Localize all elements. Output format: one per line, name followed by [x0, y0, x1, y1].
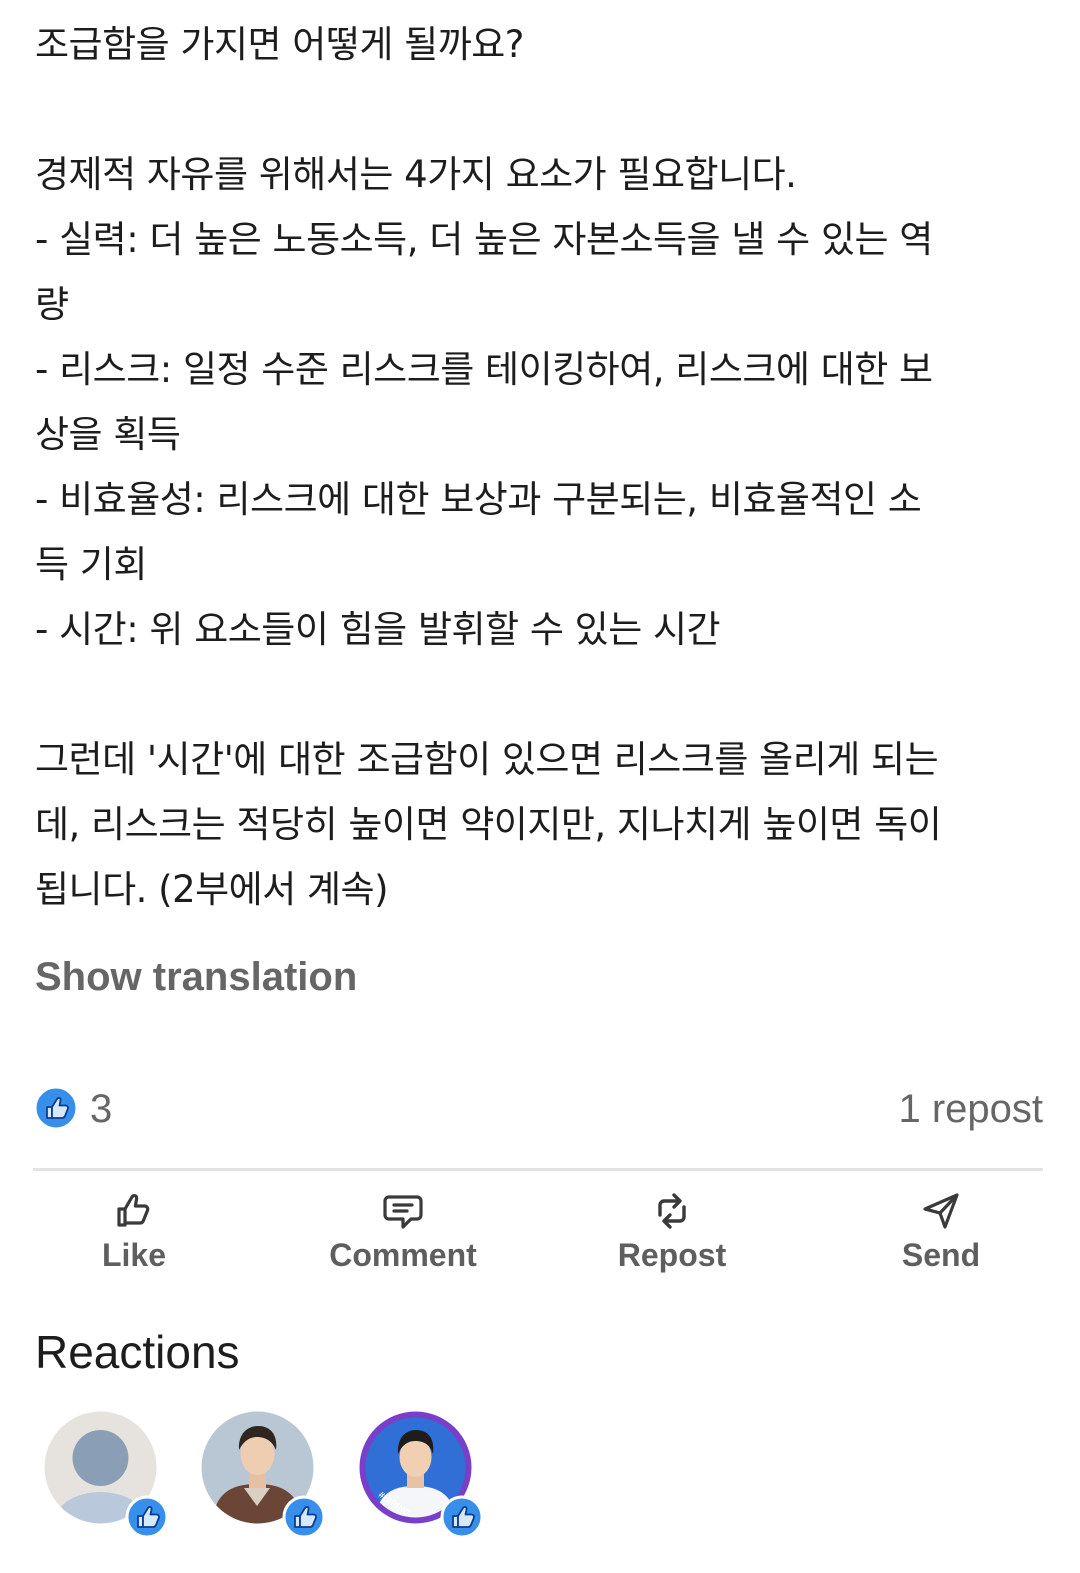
like-button[interactable]: Like — [34, 1185, 234, 1280]
post-line: - 시간: 위 요소들이 힘을 발휘할 수 있는 시간 — [35, 608, 721, 651]
post-line: 득 기회 — [35, 543, 147, 586]
show-translation-link[interactable]: Show translation — [35, 955, 357, 1000]
post-line: 경제적 자유를 위해서는 4가지 요소가 필요합니다. — [35, 153, 797, 196]
like-reaction-badge-icon — [440, 1495, 484, 1539]
like-count[interactable]: 3 — [90, 1085, 112, 1133]
post-line: 그런데 '시간'에 대한 조급함이 있으면 리스크를 올리게 되는 — [35, 738, 939, 781]
like-reaction-badge-icon — [125, 1495, 169, 1539]
like-reaction-badge-icon — [282, 1495, 326, 1539]
comment-icon — [383, 1195, 423, 1229]
post-line: 상을 획득 — [35, 413, 181, 456]
post-text: 조급함을 가지면 어떻게 될까요? 경제적 자유를 위해서는 4가지 요소가 필… — [35, 12, 1050, 922]
send-icon — [923, 1193, 959, 1229]
send-button[interactable]: Send — [841, 1185, 1041, 1280]
reactions-list: #HIRING — [0, 1405, 1080, 1555]
post-line: 됩니다. (2부에서 계속) — [35, 868, 389, 911]
post-line: 데, 리스크는 적당히 높이면 약이지만, 지나치게 높이면 독이 — [35, 803, 942, 846]
post-line: - 리스크: 일정 수준 리스크를 테이킹하여, 리스크에 대한 보 — [35, 348, 933, 391]
post-line-blank — [35, 662, 1050, 727]
post-line: - 실력: 더 높은 노동소득, 더 높은 자본소득을 낼 수 있는 역 — [35, 218, 933, 261]
repost-icon — [658, 1193, 686, 1229]
comment-label: Comment — [329, 1237, 477, 1273]
repost-button[interactable]: Repost — [572, 1185, 772, 1280]
reactor-avatar-default[interactable] — [43, 1405, 173, 1540]
post-line: - 비효율성: 리스크에 대한 보상과 구분되는, 비효율적인 소 — [35, 478, 922, 521]
reactions-heading: Reactions — [35, 1326, 240, 1378]
comment-button[interactable]: Comment — [303, 1185, 503, 1280]
repost-count[interactable]: 1 repost — [898, 1085, 1043, 1133]
reactor-avatar-hiring[interactable]: #HIRING — [358, 1405, 488, 1540]
like-label: Like — [101, 1237, 167, 1273]
repost-label: Repost — [617, 1237, 727, 1273]
thumbs-up-icon — [117, 1194, 150, 1227]
divider — [33, 1168, 1043, 1171]
post-line: 량 — [35, 283, 69, 326]
thumbs-up-badge-icon[interactable] — [35, 1087, 77, 1129]
reactor-avatar-photo[interactable] — [200, 1405, 330, 1540]
social-counts: 3 1 repost — [35, 1085, 1043, 1135]
send-label: Send — [901, 1237, 981, 1273]
action-bar: Like Comment Repost Send — [0, 1185, 1080, 1285]
post-line: 조급함을 가지면 어떻게 될까요? — [35, 23, 524, 66]
post-line-blank — [35, 77, 1050, 142]
